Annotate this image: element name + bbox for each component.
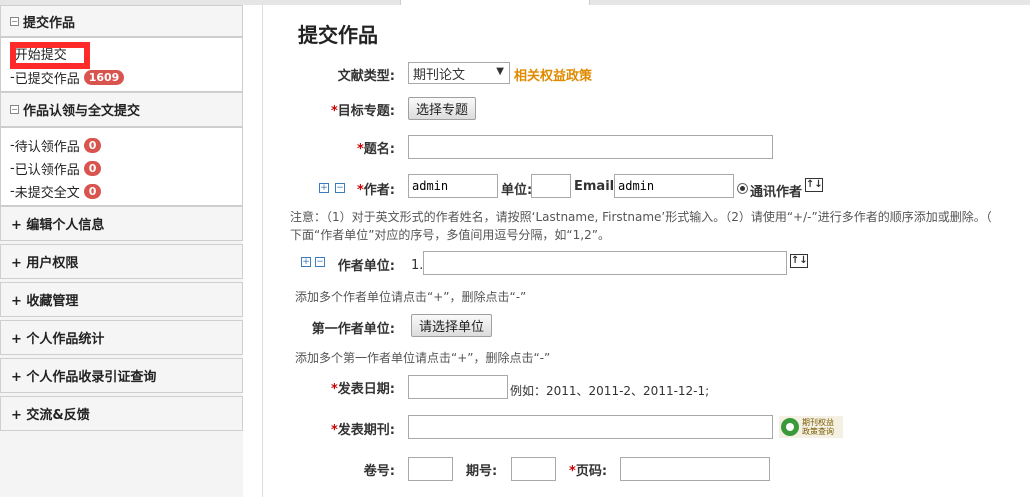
journal-label: *发表期刊: [330,423,395,438]
remove-affiliation-icon[interactable]: − [315,257,325,267]
doc-type-select[interactable]: 期刊论文 ▼ [408,62,510,84]
author-label: *作者: [356,183,395,198]
sidebar: − 提交作品 - 开始提交 - 已提交作品 1609 − 作品认领与全文提交 - 待认… [0,5,243,497]
volume-input[interactable] [408,457,453,481]
sidebar-item-favorites[interactable]: + 收藏管理 [0,282,243,317]
pages-input[interactable] [620,457,770,481]
sidebar-item-submitted[interactable]: - 已提交作品 1609 [10,68,125,87]
move-up-down-icon[interactable]: ↑↓ [790,254,808,268]
first-affiliation-hint: 添加多个第一作者单位请点击“+”，删除点击“-” [295,351,551,365]
volume-label: 卷号: [363,464,395,479]
journal-input[interactable] [408,415,773,439]
issue-label: 期号: [466,464,498,479]
doc-type-label: 文献类型: [337,69,395,84]
sidebar-item-citation-query[interactable]: + 个人作品收录引证查询 [0,358,243,393]
email-input[interactable] [614,174,734,198]
corresponding-author-radio[interactable] [737,183,748,194]
pub-date-input[interactable] [408,375,508,399]
name-input[interactable] [408,135,773,159]
sidebar-item-permissions[interactable]: + 用户权限 [0,244,243,279]
policy-link[interactable]: 相关权益政策 [514,65,592,84]
affiliation-index: 1. [411,258,424,273]
author-input[interactable] [408,174,498,198]
add-author-icon[interactable]: + [319,183,329,193]
pub-date-example: 例如：2011、2011-2、2011-12-1; [510,384,710,398]
affiliation-input[interactable] [423,251,787,275]
page-title: 提交作品 [298,23,378,47]
sidebar-item-statistics[interactable]: + 个人作品统计 [0,320,243,355]
topic-label: *目标专题: [330,104,395,119]
leaf-icon [781,418,799,436]
pages-label: *页码: [569,464,608,479]
sidebar-item-edit-profile[interactable]: + 编辑个人信息 [0,206,243,241]
dropdown-arrow-icon: ▼ [496,66,504,77]
count-badge: 0 [83,137,102,153]
affiliation-label: 作者单位: [337,259,395,274]
select-affiliation-button[interactable]: 请选择单位 [411,314,492,337]
move-up-down-icon[interactable]: ↑↓ [805,178,823,192]
author-note-line2: 下面“作者单位”对应的序号，多值间用逗号分隔，如“1,2”。 [290,228,610,242]
email-label: Email: [574,179,620,194]
issue-input[interactable] [511,457,556,481]
corresponding-author-label: 通讯作者 [750,185,803,200]
author-note-line1: 注意：（1）对于英文形式的作者姓名，请按照‘Lastname, Firstnam… [290,210,992,224]
journal-policy-logo[interactable]: 期刊权益 政策查询 [779,416,843,438]
sidebar-item-no-fulltext[interactable]: - 未提交全文 0 [10,182,102,201]
name-label: *题名: [356,142,395,157]
affiliation-hint: 添加多个作者单位请点击“+”，删除点击“-” [295,290,527,304]
sidebar-item-pending-claim[interactable]: - 待认领作品 0 [10,136,102,155]
select-topic-button[interactable]: 选择专题 [408,97,476,120]
first-affiliation-label: 第一作者单位: [311,322,395,337]
sidebar-section-claim[interactable]: − 作品认领与全文提交 [0,92,243,127]
count-badge: 1609 [83,69,125,85]
collapse-icon[interactable]: − [10,16,19,26]
author-unit-label: 单位: [501,183,533,198]
sidebar-section-claim-items: - 待认领作品 0 - 已认领作品 0 - 未提交全文 0 [0,127,243,206]
add-affiliation-icon[interactable]: + [301,257,311,267]
sidebar-section-submit[interactable]: − 提交作品 [0,5,243,37]
highlight-box [10,42,90,69]
count-badge: 0 [83,160,102,176]
collapse-icon[interactable]: − [10,105,19,114]
sidebar-item-feedback[interactable]: + 交流&反馈 [0,396,243,431]
author-unit-input[interactable] [531,174,571,198]
pub-date-label: *发表日期: [330,382,395,397]
sidebar-item-claimed[interactable]: - 已认领作品 0 [10,159,102,178]
count-badge: 0 [83,183,102,199]
main-form: 提交作品 文献类型: 期刊论文 ▼ 相关权益政策 *目标专题: 选择专题 *题名:… [263,5,1030,497]
